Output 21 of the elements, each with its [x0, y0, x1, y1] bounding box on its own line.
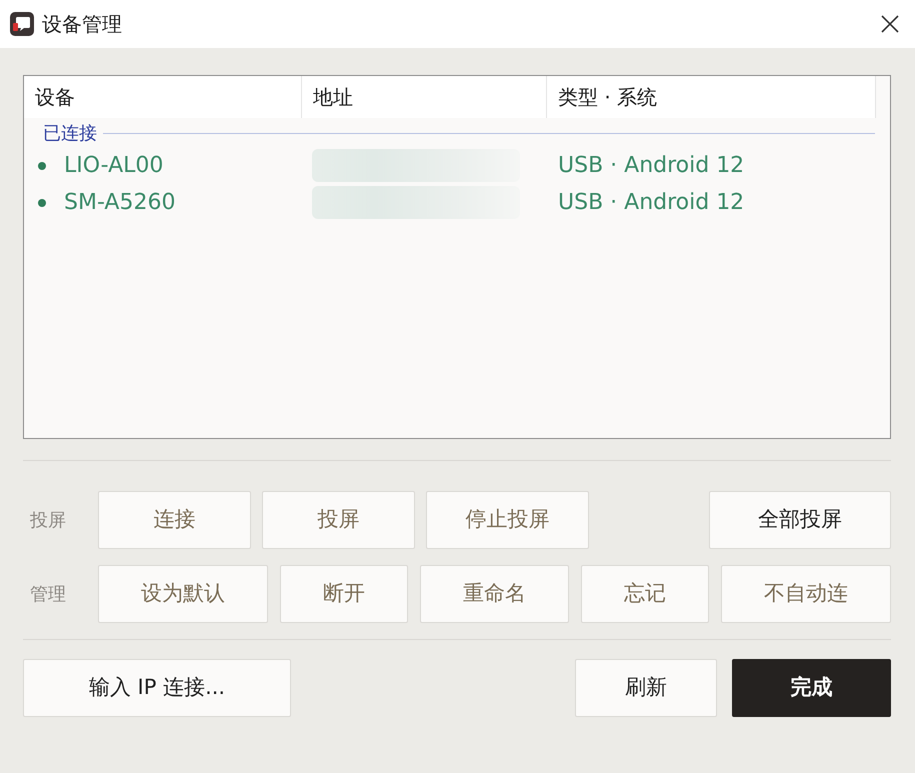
device-type-system: USB · Android 12 — [557, 152, 744, 180]
dialog-button[interactable]: 输入 IP 连接... — [23, 659, 291, 717]
row-label: 投屏 — [29, 508, 67, 532]
action-button[interactable]: 全部投屏 — [709, 491, 891, 549]
status-dot-icon — [38, 162, 46, 170]
device-row[interactable]: SM-A5260 USB · Android 12 — [24, 184, 890, 221]
group-header: 已连接 — [43, 122, 97, 146]
status-dot-icon — [38, 198, 46, 206]
device-type-system: USB · Android 12 — [557, 189, 744, 217]
window-title: 设备管理 — [42, 11, 122, 38]
app-icon — [10, 12, 34, 36]
row-label: 管理 — [29, 582, 67, 606]
dialog-button[interactable]: 刷新 — [575, 659, 717, 717]
device-row[interactable]: LIO-AL00 USB · Android 12 — [24, 147, 890, 184]
device-name: SM-A5260 — [64, 189, 176, 217]
device-name: LIO-AL00 — [64, 152, 164, 180]
column-header[interactable]: 设备 — [24, 76, 302, 118]
column-header[interactable]: 地址 — [302, 76, 547, 118]
column-header[interactable]: 类型 · 系统 — [547, 76, 876, 118]
done-button[interactable]: 完成 — [732, 659, 891, 717]
close-icon[interactable] — [881, 15, 899, 33]
